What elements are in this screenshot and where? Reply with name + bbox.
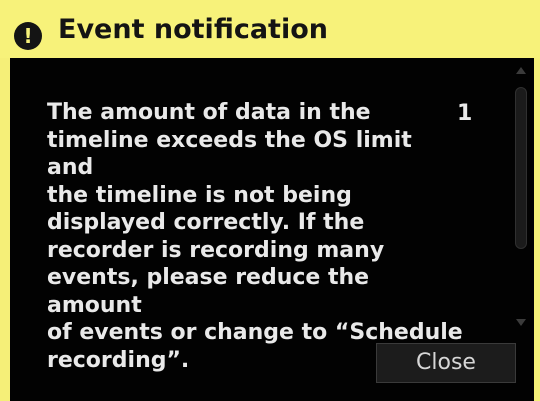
triangle-up-icon[interactable] bbox=[516, 67, 526, 74]
notification-panel: The amount of data in the timeline excee… bbox=[10, 58, 534, 401]
triangle-down-icon[interactable] bbox=[516, 319, 526, 326]
event-notification-window: ! Event notification The amount of data … bbox=[0, 0, 540, 401]
vertical-scrollbar[interactable] bbox=[512, 65, 530, 328]
exclamation-icon: ! bbox=[14, 22, 42, 50]
window-title: Event notification bbox=[58, 14, 328, 45]
notification-message: The amount of data in the timeline excee… bbox=[47, 100, 463, 373]
close-button[interactable]: Close bbox=[376, 343, 516, 383]
notification-count: 1 bbox=[457, 101, 473, 126]
scrollbar-thumb[interactable] bbox=[515, 87, 527, 249]
title-bar: ! Event notification bbox=[0, 0, 540, 58]
